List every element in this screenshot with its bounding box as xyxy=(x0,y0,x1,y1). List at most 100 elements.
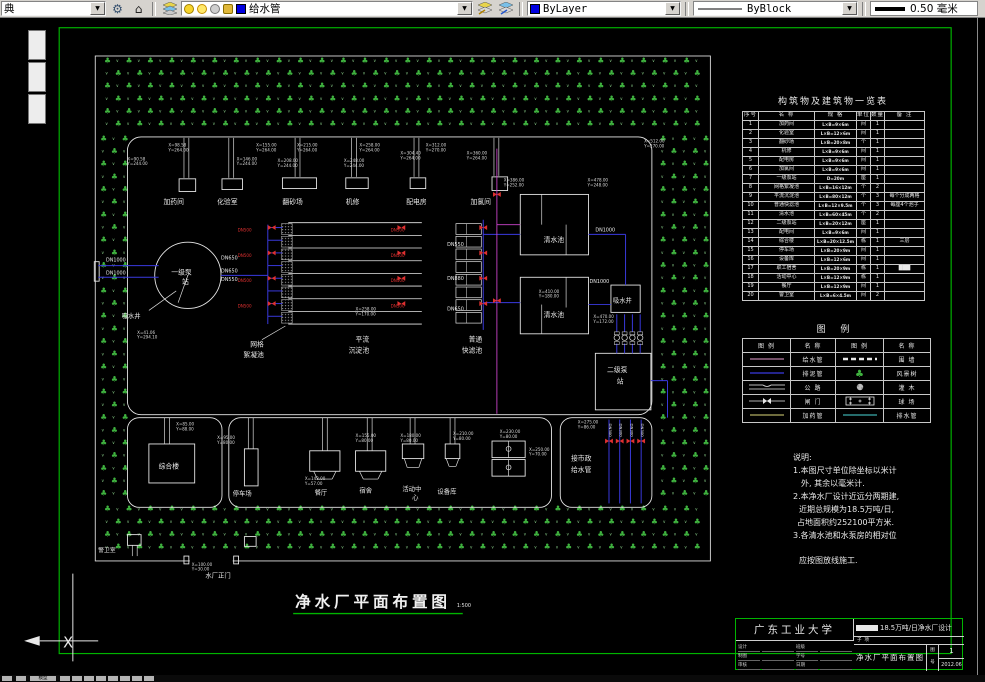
shrub-mark-icon: ∨ xyxy=(202,533,205,538)
tree-icon: ♣ xyxy=(426,504,433,513)
pipe-label-red: DN500 xyxy=(391,303,405,308)
labels: 加药间 化验室 翻砂场 机修 配电房 加氯间一级泵站吸水井网格絮凝池平流沉淀池普通快滤池清… xyxy=(98,139,665,580)
tab-scroll-button[interactable] xyxy=(16,676,26,681)
toolbar-fragment-box[interactable] xyxy=(28,94,46,124)
shrub-mark-icon: ∨ xyxy=(405,520,408,525)
tree-icon: ♣ xyxy=(692,146,699,155)
table-row: 9 平流沉淀池 L×B=80×12m 个 3 每个分成两格 xyxy=(742,192,925,202)
shrub-symbol-icon xyxy=(856,383,863,390)
tab-scroll-button[interactable] xyxy=(2,676,12,681)
tree-icon: ♣ xyxy=(111,425,118,434)
layer-states-button[interactable]: ⌂ xyxy=(129,1,148,16)
shrub-mark-icon: ∨ xyxy=(101,327,104,332)
column-header: 数量 xyxy=(870,111,885,121)
coordinate-label: Y=172.00 xyxy=(592,319,614,324)
table-row: 8 网格絮凝池 L×B=16×12m 个 2 xyxy=(742,183,925,193)
layer-color-swatch[interactable] xyxy=(235,3,246,14)
tree-icon: ♣ xyxy=(436,68,443,77)
layer-properties-button[interactable]: ⚙ xyxy=(108,1,127,16)
shrub-mark-icon: ∨ xyxy=(661,479,664,484)
layout-tab[interactable] xyxy=(96,676,106,681)
style-combo-text: 典 xyxy=(4,2,15,15)
make-layer-current-button[interactable] xyxy=(160,1,179,16)
sun-freeze-icon[interactable] xyxy=(196,3,207,14)
machine-repair xyxy=(345,177,369,190)
tree-icon: ♣ xyxy=(694,517,701,526)
chevron-down-icon[interactable]: ▼ xyxy=(90,2,105,15)
building-label: 平流 xyxy=(356,335,370,344)
dosing-room xyxy=(178,178,197,192)
layer-combo[interactable]: 给水管 ▼ xyxy=(181,1,473,16)
linetype-combo[interactable]: ByBlock ▼ xyxy=(693,1,858,16)
tree-icon: ♣ xyxy=(681,337,688,346)
tree-icon: ♣ xyxy=(703,210,710,219)
previous-layer-button[interactable] xyxy=(475,1,494,16)
shrub-mark-icon: ∨ xyxy=(437,59,440,64)
style-combo[interactable]: 典 ▼ xyxy=(1,1,106,16)
ucs-icon: X xyxy=(24,573,99,662)
tree-icon: ♣ xyxy=(179,542,186,551)
tree-icon: ♣ xyxy=(670,425,677,434)
shrub-mark-icon: ∨ xyxy=(244,59,247,64)
shrub-mark-icon: ∨ xyxy=(704,327,707,332)
color-combo[interactable]: ByLayer ▼ xyxy=(527,1,681,16)
shrub-mark-icon: ∨ xyxy=(116,507,119,512)
toolbar-fragment-box[interactable] xyxy=(28,62,46,92)
tree-icon: ♣ xyxy=(576,56,583,65)
tree-icon: ♣ xyxy=(479,517,486,526)
shrub-mark-icon: ∨ xyxy=(459,533,462,538)
shrub-mark-icon: ∨ xyxy=(416,507,419,512)
gate-post-r xyxy=(233,555,239,565)
lock-icon[interactable] xyxy=(222,3,233,14)
layout-tab[interactable] xyxy=(84,676,94,681)
shrub-mark-icon: ∨ xyxy=(180,507,183,512)
shrub-mark-icon: ∨ xyxy=(682,403,685,408)
coordinate-label: Y=80.00 xyxy=(499,434,518,439)
shrub-mark-icon: ∨ xyxy=(704,479,707,484)
shrub-mark-icon: ∨ xyxy=(101,302,104,307)
shrub-mark-icon: ∨ xyxy=(682,276,685,281)
toolbar-fragment-box[interactable] xyxy=(28,30,46,60)
column-header: 名 称 xyxy=(883,338,931,353)
tree-icon: ♣ xyxy=(351,94,358,103)
lineweight-combo[interactable]: 0.50 毫米 xyxy=(870,1,978,16)
table-cell: 1 xyxy=(870,147,885,157)
chevron-down-icon[interactable]: ▼ xyxy=(665,2,680,15)
chevron-down-icon[interactable]: ▼ xyxy=(842,2,857,15)
tree-icon: ♣ xyxy=(147,504,154,513)
layout-tab[interactable] xyxy=(108,676,118,681)
chevron-down-icon[interactable]: ▼ xyxy=(457,2,472,15)
shrub-mark-icon: ∨ xyxy=(362,72,365,77)
tree-icon: ♣ xyxy=(662,107,669,116)
tab-model[interactable]: 模型 xyxy=(30,676,56,681)
valve-symbol-icon xyxy=(748,397,785,404)
shrub-mark-icon: ∨ xyxy=(298,72,301,77)
layout-tab[interactable] xyxy=(132,676,142,681)
building-label: 停车场 xyxy=(233,489,252,498)
bulb-on-icon[interactable] xyxy=(183,3,194,14)
layout-tab[interactable] xyxy=(120,676,130,681)
layer-translate-button[interactable] xyxy=(496,1,515,16)
linetype-sample-icon xyxy=(697,8,742,9)
shrub-mark-icon: ∨ xyxy=(101,149,104,154)
table-cell: 餐厅 xyxy=(758,282,815,292)
shrub-mark-icon: ∨ xyxy=(159,84,162,89)
tree-icon: ♣ xyxy=(544,542,551,551)
shrub-mark-icon: ∨ xyxy=(266,533,269,538)
coordinate-label: Y=264.00 xyxy=(399,155,421,160)
tree-icon: ♣ xyxy=(703,413,710,422)
building-label: 沉淀池 xyxy=(349,345,370,354)
shrub-mark-icon: ∨ xyxy=(598,545,601,550)
layout-tab[interactable] xyxy=(60,676,70,681)
tree-icon: ♣ xyxy=(703,134,710,143)
tree-icon: ♣ xyxy=(660,311,667,320)
shrub-mark-icon: ∨ xyxy=(448,545,451,550)
layout-tab[interactable] xyxy=(144,676,154,681)
table-cell: 12 xyxy=(742,219,759,229)
shrub-mark-icon: ∨ xyxy=(704,149,707,154)
shrub-mark-icon: ∨ xyxy=(395,110,398,115)
viewport-freeze-icon[interactable] xyxy=(209,3,220,14)
layout-tab[interactable] xyxy=(72,676,82,681)
tree-symbol-icon: ♣ xyxy=(855,369,864,380)
shrub-mark-icon: ∨ xyxy=(101,251,104,256)
